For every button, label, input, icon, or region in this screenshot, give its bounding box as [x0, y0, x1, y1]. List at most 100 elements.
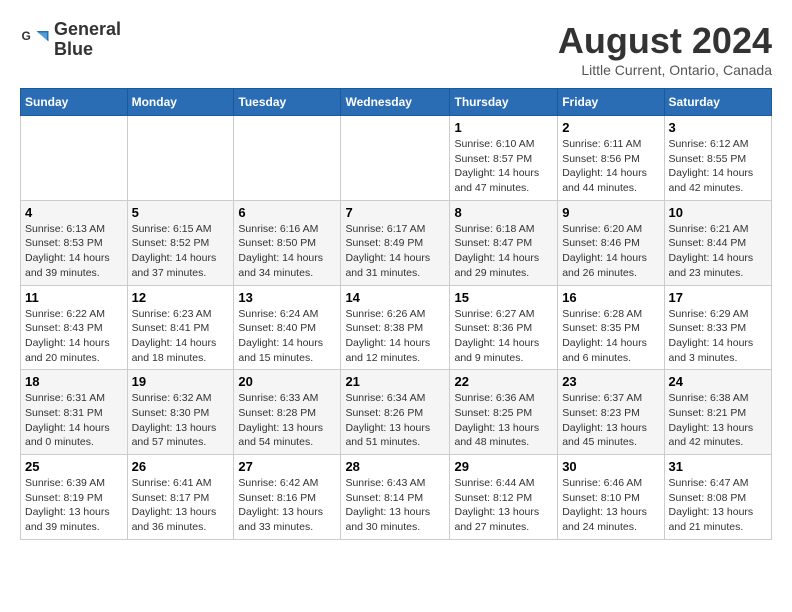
calendar-cell: 28Sunrise: 6:43 AM Sunset: 8:14 PM Dayli… [341, 455, 450, 540]
day-number: 15 [454, 290, 553, 305]
calendar-week-5: 25 Sunrise: 6:39 AM Sunset: 8:19 PM Dayli… [21, 455, 772, 540]
day-info: Sunrise: 6:20 AM Sunset: 8:46 PM Dayligh… [562, 222, 659, 281]
calendar-cell: 23 Sunrise: 6:37 AM Sunset: 8:23 PM Dayli… [558, 370, 664, 455]
day-number: 10 [669, 205, 767, 220]
calendar-cell: 24Sunrise: 6:38 AM Sunset: 8:21 PM Dayli… [664, 370, 771, 455]
day-info: Sunrise: 6:31 AM Sunset: 8:31 PM Dayligh… [25, 391, 123, 450]
day-info: Sunrise: 6:15 AM Sunset: 8:52 PM Dayligh… [132, 222, 230, 281]
calendar-cell [127, 116, 234, 201]
calendar-cell: 6Sunrise: 6:16 AM Sunset: 8:50 PM Daylig… [234, 200, 341, 285]
calendar-cell: 26 Sunrise: 6:41 AM Sunset: 8:17 PM Dayli… [127, 455, 234, 540]
day-number: 29 [454, 459, 553, 474]
logo-line2: Blue [54, 40, 121, 60]
day-info: Sunrise: 6:11 AM Sunset: 8:56 PM Dayligh… [562, 137, 659, 196]
day-header-wednesday: Wednesday [341, 89, 450, 116]
day-info: Sunrise: 6:24 AM Sunset: 8:40 PM Dayligh… [238, 307, 336, 366]
logo: G General Blue [20, 20, 121, 60]
calendar-cell: 21 Sunrise: 6:34 AM Sunset: 8:26 PM Dayli… [341, 370, 450, 455]
day-info: Sunrise: 6:34 AM Sunset: 8:26 PM Dayligh… [345, 391, 445, 450]
day-info: Sunrise: 6:17 AM Sunset: 8:49 PM Dayligh… [345, 222, 445, 281]
day-info: Sunrise: 6:33 AM Sunset: 8:28 PM Dayligh… [238, 391, 336, 450]
day-number: 4 [25, 205, 123, 220]
day-info: Sunrise: 6:23 AM Sunset: 8:41 PM Dayligh… [132, 307, 230, 366]
day-info: Sunrise: 6:42 AM Sunset: 8:16 PM Dayligh… [238, 476, 336, 535]
calendar-cell: 1Sunrise: 6:10 AM Sunset: 8:57 PM Daylig… [450, 116, 558, 201]
calendar-cell: 12 Sunrise: 6:23 AM Sunset: 8:41 PM Dayli… [127, 285, 234, 370]
day-number: 28 [345, 459, 445, 474]
day-number: 9 [562, 205, 659, 220]
main-title: August 2024 [558, 20, 772, 62]
day-number: 8 [454, 205, 553, 220]
day-number: 16 [562, 290, 659, 305]
day-info: Sunrise: 6:22 AM Sunset: 8:43 PM Dayligh… [25, 307, 123, 366]
day-info: Sunrise: 6:27 AM Sunset: 8:36 PM Dayligh… [454, 307, 553, 366]
day-info: Sunrise: 6:26 AM Sunset: 8:38 PM Dayligh… [345, 307, 445, 366]
day-number: 25 [25, 459, 123, 474]
calendar-cell: 31Sunrise: 6:47 AM Sunset: 8:08 PM Dayli… [664, 455, 771, 540]
day-number: 30 [562, 459, 659, 474]
day-number: 19 [132, 374, 230, 389]
day-number: 27 [238, 459, 336, 474]
calendar-cell [341, 116, 450, 201]
day-number: 23 [562, 374, 659, 389]
day-info: Sunrise: 6:16 AM Sunset: 8:50 PM Dayligh… [238, 222, 336, 281]
calendar-cell: 9 Sunrise: 6:20 AM Sunset: 8:46 PM Daylig… [558, 200, 664, 285]
day-header-friday: Friday [558, 89, 664, 116]
day-number: 18 [25, 374, 123, 389]
title-section: August 2024 Little Current, Ontario, Can… [558, 20, 772, 78]
calendar-cell: 16 Sunrise: 6:28 AM Sunset: 8:35 PM Dayli… [558, 285, 664, 370]
day-number: 2 [562, 120, 659, 135]
day-number: 12 [132, 290, 230, 305]
day-info: Sunrise: 6:37 AM Sunset: 8:23 PM Dayligh… [562, 391, 659, 450]
day-info: Sunrise: 6:38 AM Sunset: 8:21 PM Dayligh… [669, 391, 767, 450]
calendar-week-2: 4 Sunrise: 6:13 AM Sunset: 8:53 PM Daylig… [21, 200, 772, 285]
calendar-cell: 4 Sunrise: 6:13 AM Sunset: 8:53 PM Daylig… [21, 200, 128, 285]
day-info: Sunrise: 6:28 AM Sunset: 8:35 PM Dayligh… [562, 307, 659, 366]
day-info: Sunrise: 6:18 AM Sunset: 8:47 PM Dayligh… [454, 222, 553, 281]
day-number: 22 [454, 374, 553, 389]
logo-icon: G [20, 25, 50, 55]
day-header-tuesday: Tuesday [234, 89, 341, 116]
subtitle: Little Current, Ontario, Canada [558, 62, 772, 78]
day-number: 3 [669, 120, 767, 135]
calendar-cell: 14 Sunrise: 6:26 AM Sunset: 8:38 PM Dayli… [341, 285, 450, 370]
calendar-cell: 20Sunrise: 6:33 AM Sunset: 8:28 PM Dayli… [234, 370, 341, 455]
day-number: 5 [132, 205, 230, 220]
day-info: Sunrise: 6:39 AM Sunset: 8:19 PM Dayligh… [25, 476, 123, 535]
calendar-cell: 29 Sunrise: 6:44 AM Sunset: 8:12 PM Dayli… [450, 455, 558, 540]
calendar-cell: 13Sunrise: 6:24 AM Sunset: 8:40 PM Dayli… [234, 285, 341, 370]
calendar-table: SundayMondayTuesdayWednesdayThursdayFrid… [20, 88, 772, 540]
day-header-sunday: Sunday [21, 89, 128, 116]
day-number: 14 [345, 290, 445, 305]
calendar-week-3: 11 Sunrise: 6:22 AM Sunset: 8:43 PM Dayli… [21, 285, 772, 370]
day-info: Sunrise: 6:21 AM Sunset: 8:44 PM Dayligh… [669, 222, 767, 281]
day-info: Sunrise: 6:44 AM Sunset: 8:12 PM Dayligh… [454, 476, 553, 535]
day-number: 1 [454, 120, 553, 135]
day-info: Sunrise: 6:47 AM Sunset: 8:08 PM Dayligh… [669, 476, 767, 535]
calendar-header-row: SundayMondayTuesdayWednesdayThursdayFrid… [21, 89, 772, 116]
day-header-monday: Monday [127, 89, 234, 116]
calendar-week-4: 18 Sunrise: 6:31 AM Sunset: 8:31 PM Dayli… [21, 370, 772, 455]
calendar-cell: 18 Sunrise: 6:31 AM Sunset: 8:31 PM Dayli… [21, 370, 128, 455]
calendar-cell: 17 Sunrise: 6:29 AM Sunset: 8:33 PM Dayli… [664, 285, 771, 370]
calendar-cell: 15 Sunrise: 6:27 AM Sunset: 8:36 PM Dayli… [450, 285, 558, 370]
calendar-cell: 2 Sunrise: 6:11 AM Sunset: 8:56 PM Daylig… [558, 116, 664, 201]
day-info: Sunrise: 6:29 AM Sunset: 8:33 PM Dayligh… [669, 307, 767, 366]
header: G General Blue August 2024 Little Curren… [20, 20, 772, 78]
day-header-saturday: Saturday [664, 89, 771, 116]
day-info: Sunrise: 6:41 AM Sunset: 8:17 PM Dayligh… [132, 476, 230, 535]
day-info: Sunrise: 6:13 AM Sunset: 8:53 PM Dayligh… [25, 222, 123, 281]
day-number: 21 [345, 374, 445, 389]
calendar-week-1: 1Sunrise: 6:10 AM Sunset: 8:57 PM Daylig… [21, 116, 772, 201]
calendar-cell: 11 Sunrise: 6:22 AM Sunset: 8:43 PM Dayli… [21, 285, 128, 370]
calendar-cell [234, 116, 341, 201]
day-info: Sunrise: 6:36 AM Sunset: 8:25 PM Dayligh… [454, 391, 553, 450]
calendar-cell: 27 Sunrise: 6:42 AM Sunset: 8:16 PM Dayli… [234, 455, 341, 540]
calendar-cell: 19Sunrise: 6:32 AM Sunset: 8:30 PM Dayli… [127, 370, 234, 455]
calendar-cell: 5 Sunrise: 6:15 AM Sunset: 8:52 PM Daylig… [127, 200, 234, 285]
day-number: 17 [669, 290, 767, 305]
day-info: Sunrise: 6:46 AM Sunset: 8:10 PM Dayligh… [562, 476, 659, 535]
calendar-cell: 3Sunrise: 6:12 AM Sunset: 8:55 PM Daylig… [664, 116, 771, 201]
day-number: 11 [25, 290, 123, 305]
day-number: 26 [132, 459, 230, 474]
